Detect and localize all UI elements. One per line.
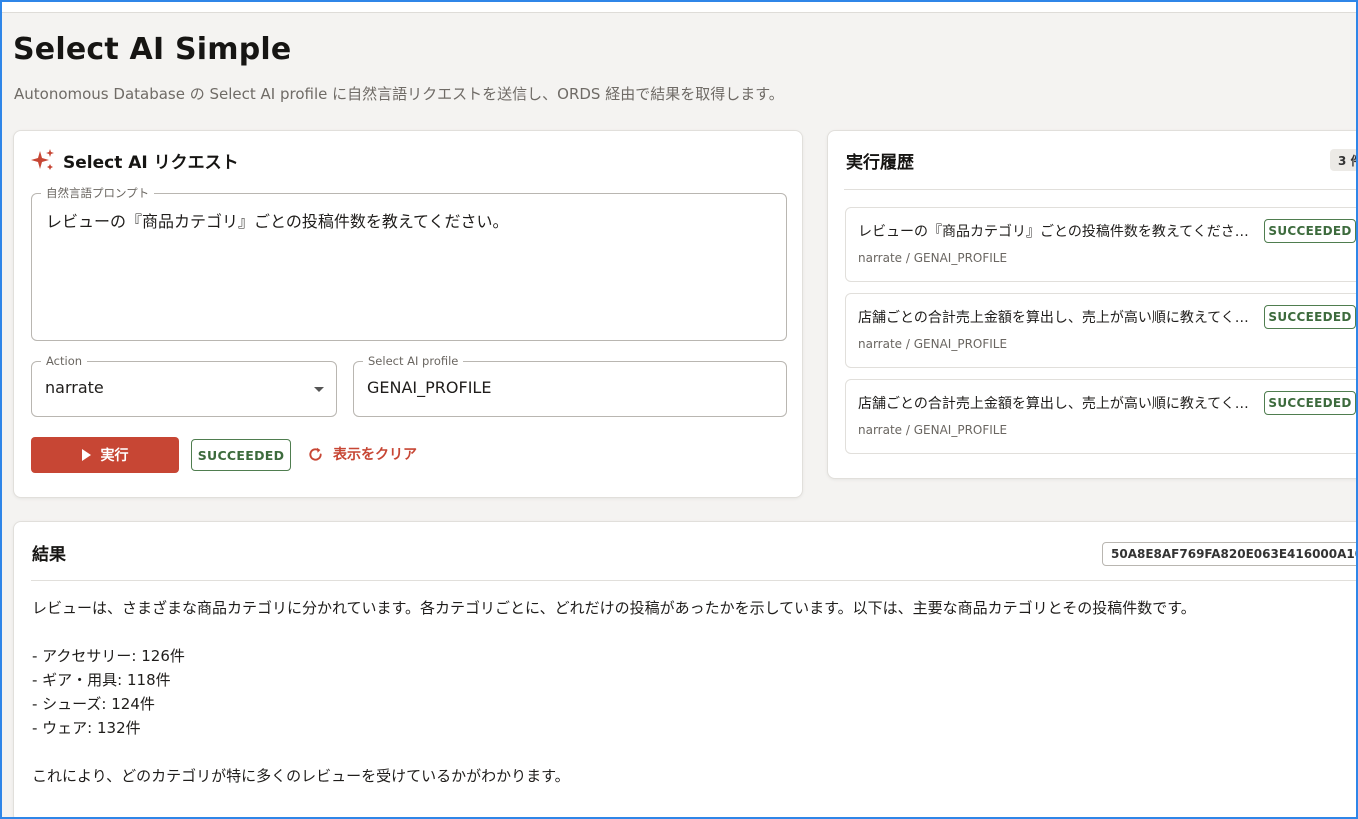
action-value: narrate [45, 378, 104, 397]
run-button-label: 実行 [100, 448, 129, 464]
clear-button[interactable]: 表示をクリア [307, 441, 417, 467]
request-id-badge: 50A8E8AF769FA820E063E416000A10CE [1102, 542, 1356, 566]
history-item[interactable]: レビューの『商品カテゴリ』ごとの投稿件数を教えてください。 narrate / … [845, 207, 1356, 282]
history-item-prompt: 店舗ごとの合計売上金額を算出し、売上が高い順に教えてください。 [858, 396, 1250, 412]
result-title: 結果 [32, 545, 66, 565]
profile-value: GENAI_PROFILE [367, 378, 492, 397]
request-card-title: Select AI リクエスト [63, 153, 239, 173]
prompt-value: レビューの『商品カテゴリ』ごとの投稿件数を教えてください。 [46, 212, 509, 231]
history-title: 実行履歴 [846, 153, 914, 173]
result-line: - アクセサリー: 126件 [32, 647, 185, 665]
history-item-meta: narrate / GENAI_PROFILE [858, 251, 1008, 265]
page-title: Select AI Simple [13, 32, 292, 67]
page-subtitle: Autonomous Database の Select AI profile … [14, 85, 784, 103]
prompt-label: 自然言語プロンプト [41, 185, 155, 201]
result-line: - シューズ: 124件 [32, 695, 155, 713]
result-line: - ウェア: 132件 [32, 719, 141, 737]
history-count-badge: 3 件 [1330, 149, 1356, 171]
refresh-icon [309, 447, 322, 461]
action-label: Action [41, 353, 88, 369]
history-status-badge: SUCCEEDED [1264, 391, 1356, 415]
history-item-meta: narrate / GENAI_PROFILE [858, 423, 1008, 437]
profile-input[interactable]: Select AI profile GENAI_PROFILE [353, 353, 787, 417]
sparkle-icon [31, 149, 54, 170]
result-line [32, 620, 1332, 644]
history-item-meta: narrate / GENAI_PROFILE [858, 337, 1008, 351]
chevron-down-icon [314, 387, 324, 392]
history-item[interactable]: 店舗ごとの合計売上金額を算出し、売上が高い順に教えてください。 narrate … [845, 293, 1356, 368]
history-item[interactable]: 店舗ごとの合計売上金額を算出し、売上が高い順に教えてください。 narrate … [845, 379, 1356, 454]
play-icon [81, 449, 91, 461]
action-select[interactable]: Action narrate [31, 353, 337, 417]
history-status-badge: SUCCEEDED [1264, 305, 1356, 329]
status-badge: SUCCEEDED [191, 439, 291, 471]
top-bar [2, 2, 1356, 13]
run-button[interactable]: 実行 [31, 437, 179, 473]
history-item-prompt: 店舗ごとの合計売上金額を算出し、売上が高い順に教えてください。 [858, 310, 1250, 326]
app-window: Select AI Simple Autonomous Database の S… [0, 0, 1358, 819]
result-line: レビューは、さまざまな商品カテゴリに分かれています。各カテゴリごとに、どれだけの… [32, 599, 1196, 617]
request-card: Select AI リクエスト 自然言語プロンプト レビューの『商品カテゴリ』ご… [13, 130, 803, 498]
divider [844, 189, 1356, 190]
divider [31, 580, 1356, 581]
history-status-badge: SUCCEEDED [1264, 219, 1356, 243]
result-line [32, 740, 1332, 764]
prompt-textarea[interactable]: 自然言語プロンプト レビューの『商品カテゴリ』ごとの投稿件数を教えてください。 [31, 185, 787, 341]
result-line: これにより、どのカテゴリが特に多くのレビューを受けているかがわかります。 [32, 767, 570, 785]
result-text: レビューは、さまざまな商品カテゴリに分かれています。各カテゴリごとに、どれだけの… [32, 596, 1332, 788]
clear-button-label: 表示をクリア [333, 447, 417, 463]
result-line: - ギア・用具: 118件 [32, 671, 171, 689]
history-item-prompt: レビューの『商品カテゴリ』ごとの投稿件数を教えてください。 [858, 224, 1250, 240]
history-card: 実行履歴 3 件 レビューの『商品カテゴリ』ごとの投稿件数を教えてください。 n… [827, 130, 1356, 479]
result-card: 結果 50A8E8AF769FA820E063E416000A10CE レビュー… [13, 521, 1356, 817]
profile-label: Select AI profile [363, 353, 464, 369]
